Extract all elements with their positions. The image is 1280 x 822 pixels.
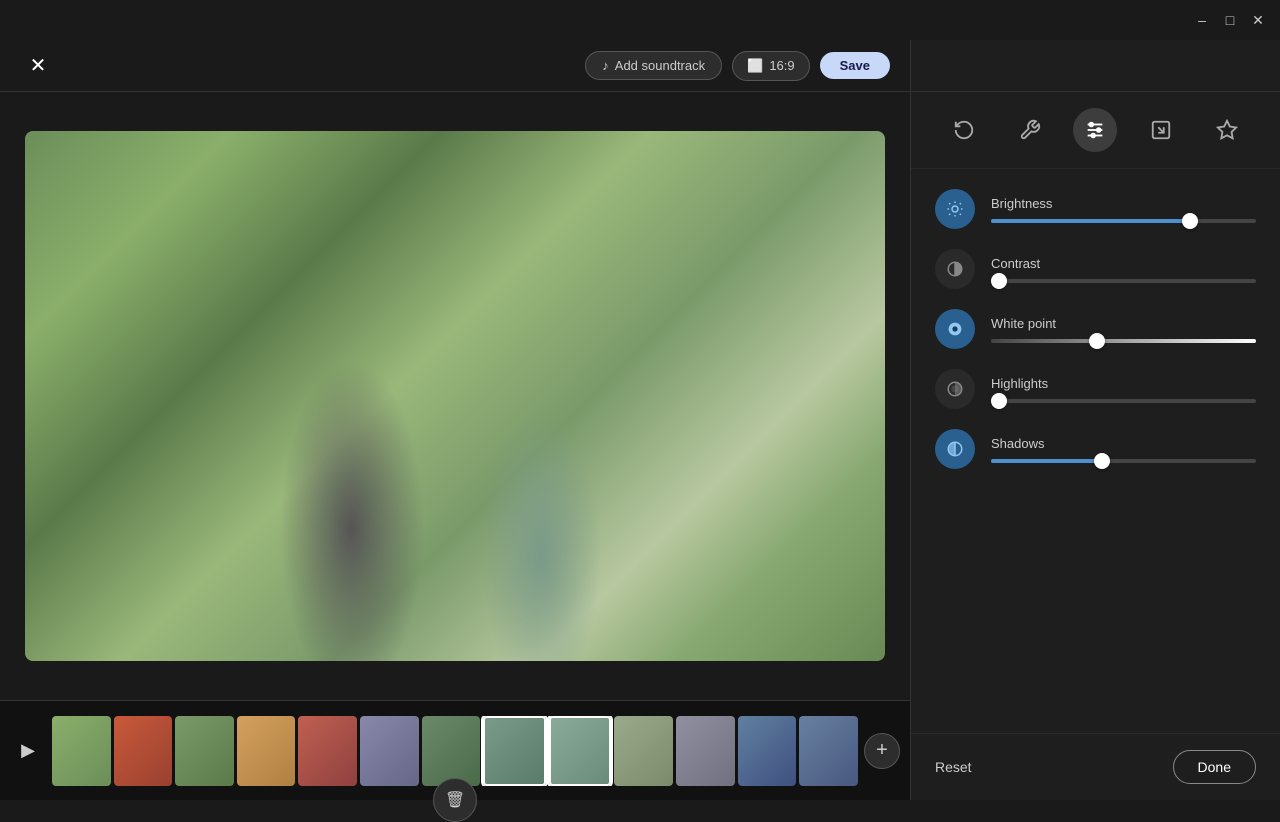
window-close-button[interactable]: ✕ (1248, 10, 1268, 30)
soundtrack-label: Add soundtrack (615, 58, 705, 73)
list-item[interactable] (298, 716, 357, 786)
highlights-content: Highlights (991, 376, 1256, 403)
timeline: ▶ + 🗑 (0, 700, 910, 800)
shadows-content: Shadows (991, 436, 1256, 463)
video-preview (0, 92, 910, 700)
shadows-label: Shadows (991, 436, 1256, 451)
contrast-slider[interactable] (991, 279, 1256, 283)
list-item[interactable] (614, 716, 673, 786)
video-subjects (25, 131, 885, 661)
highlights-thumb[interactable] (991, 393, 1007, 409)
list-item[interactable] (738, 716, 797, 786)
adjustments-panel: Brightness Contrast (911, 169, 1280, 733)
brightness-fill (991, 219, 1190, 223)
list-item[interactable] (676, 716, 735, 786)
list-item[interactable] (422, 716, 481, 786)
add-clip-button[interactable]: + (864, 733, 900, 769)
adjust-tool-button[interactable] (1073, 108, 1117, 152)
list-item[interactable] (237, 716, 296, 786)
contrast-thumb[interactable] (991, 273, 1007, 289)
editor-area: ✕ ♪ Add soundtrack ⬜ 16:9 Save (0, 40, 910, 800)
add-soundtrack-button[interactable]: ♪ Add soundtrack (585, 51, 722, 80)
list-item[interactable] (114, 716, 173, 786)
contrast-content: Contrast (991, 256, 1256, 283)
highlights-label: Highlights (991, 376, 1256, 391)
fix-icon (1019, 119, 1041, 141)
white-point-fill (991, 339, 1097, 343)
shadows-icon (935, 429, 975, 469)
reset-button[interactable]: Reset (935, 759, 972, 775)
main-container: ✕ ♪ Add soundtrack ⬜ 16:9 Save (0, 40, 1280, 800)
trash-icon: 🗑 (445, 790, 465, 810)
list-item[interactable] (799, 716, 858, 786)
list-item[interactable] (483, 716, 546, 786)
filter-icon (1216, 119, 1238, 141)
fix-tool-button[interactable] (1008, 108, 1052, 152)
panel-bottom: Reset Done (911, 733, 1280, 800)
video-content (25, 131, 885, 661)
export-tool-button[interactable] (1139, 108, 1183, 152)
done-button[interactable]: Done (1173, 750, 1256, 784)
shadows-row: Shadows (911, 419, 1280, 479)
white-point-label: White point (991, 316, 1256, 331)
brightness-icon (935, 189, 975, 229)
save-button[interactable]: Save (820, 52, 890, 79)
contrast-label: Contrast (991, 256, 1256, 271)
white-point-content: White point (991, 316, 1256, 343)
video-frame (25, 131, 885, 661)
contrast-icon (935, 249, 975, 289)
export-icon (1150, 119, 1172, 141)
white-point-slider[interactable] (991, 339, 1256, 343)
list-item[interactable] (175, 716, 234, 786)
brightness-content: Brightness (991, 196, 1256, 223)
list-item[interactable] (52, 716, 111, 786)
top-bar-right: ♪ Add soundtrack ⬜ 16:9 Save (585, 51, 890, 81)
brightness-row: Brightness (911, 179, 1280, 239)
list-item[interactable] (549, 716, 612, 786)
panel-toolbar (911, 92, 1280, 169)
brightness-thumb[interactable] (1182, 213, 1198, 229)
aspect-label: 16:9 (769, 58, 794, 73)
list-item[interactable] (360, 716, 419, 786)
aspect-icon: ⬜ (747, 58, 763, 74)
highlights-slider[interactable] (991, 399, 1256, 403)
titlebar: – □ ✕ (0, 0, 1280, 40)
brightness-label: Brightness (991, 196, 1256, 211)
filter-tool-button[interactable] (1205, 108, 1249, 152)
timeline-strip (52, 716, 858, 786)
panel-top (911, 40, 1280, 92)
maximize-button[interactable]: □ (1220, 10, 1240, 30)
brightness-slider[interactable] (991, 219, 1256, 223)
white-point-icon (935, 309, 975, 349)
highlights-icon (935, 369, 975, 409)
play-button[interactable]: ▶ (10, 733, 46, 769)
highlights-row: Highlights (911, 359, 1280, 419)
delete-clip-button[interactable]: 🗑 (433, 778, 477, 822)
shadows-fill (991, 459, 1102, 463)
rotate-icon (953, 119, 975, 141)
top-bar: ✕ ♪ Add soundtrack ⬜ 16:9 Save (0, 40, 910, 92)
music-icon: ♪ (602, 58, 609, 73)
adjust-icon (1084, 119, 1106, 141)
white-point-thumb[interactable] (1089, 333, 1105, 349)
white-point-row: White point (911, 299, 1280, 359)
shadows-thumb[interactable] (1094, 453, 1110, 469)
shadows-slider[interactable] (991, 459, 1256, 463)
rotate-tool-button[interactable] (942, 108, 986, 152)
aspect-ratio-button[interactable]: ⬜ 16:9 (732, 51, 810, 81)
right-panel: Brightness Contrast (910, 40, 1280, 800)
contrast-row: Contrast (911, 239, 1280, 299)
minimize-button[interactable]: – (1192, 10, 1212, 30)
close-editor-button[interactable]: ✕ (20, 48, 56, 84)
